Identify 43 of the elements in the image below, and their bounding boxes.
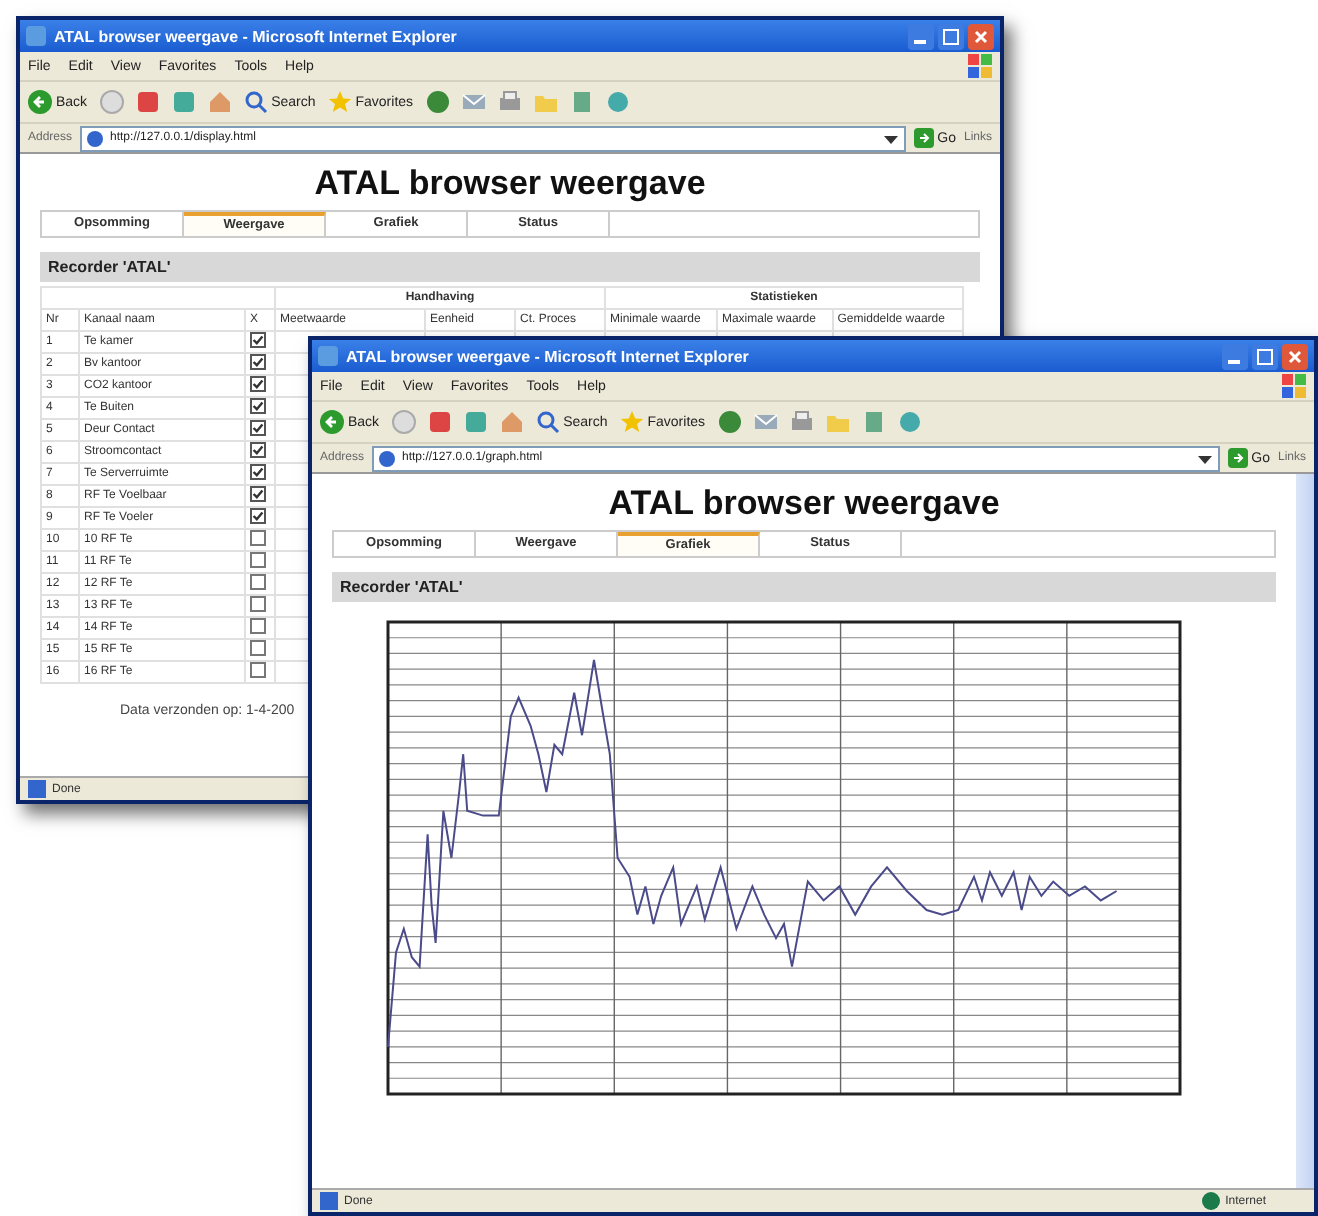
mail-icon[interactable] — [753, 410, 778, 434]
windows-logo-icon[interactable] — [1282, 374, 1306, 398]
checkbox[interactable] — [250, 354, 266, 370]
back-arrow-icon[interactable] — [320, 410, 344, 434]
back-arrow-icon[interactable] — [28, 90, 52, 114]
checkbox[interactable] — [250, 486, 266, 502]
checkbox[interactable] — [250, 376, 266, 392]
section-title: Recorder 'ATAL' — [40, 252, 980, 282]
checkbox[interactable] — [250, 552, 266, 568]
printer-icon[interactable] — [497, 90, 522, 114]
checkbox[interactable] — [250, 508, 266, 524]
close-icon[interactable] — [968, 23, 994, 49]
checkbox[interactable] — [250, 464, 266, 480]
scrollbar[interactable] — [1296, 474, 1314, 1188]
minimize-icon[interactable] — [908, 23, 934, 49]
checkbox[interactable] — [250, 596, 266, 612]
minimize-icon[interactable] — [1222, 343, 1248, 369]
close-icon[interactable] — [1282, 343, 1308, 369]
go-arrow-icon[interactable] — [1227, 448, 1248, 468]
maximize-icon[interactable] — [1252, 343, 1278, 369]
search-icon[interactable] — [243, 90, 268, 114]
windows-logo-icon[interactable] — [968, 54, 992, 78]
star-icon[interactable] — [619, 410, 644, 434]
search-icon[interactable] — [535, 410, 560, 434]
printer-icon[interactable] — [789, 410, 814, 434]
page-heading: ATAL browser weergave — [312, 164, 708, 204]
checkbox[interactable] — [250, 442, 266, 458]
checkbox[interactable] — [250, 398, 266, 414]
window-title: ATAL browser weergave - Microsoft Internet Explorer — [346, 347, 751, 365]
checkbox[interactable] — [250, 574, 266, 590]
page-heading: ATAL browser weergave — [606, 484, 1002, 524]
checkbox[interactable] — [250, 530, 266, 546]
mail-icon[interactable] — [461, 90, 486, 114]
checkbox[interactable] — [250, 618, 266, 634]
window-title: ATAL browser weergave - Microsoft Internet Explorer — [54, 27, 459, 45]
section-title: Recorder 'ATAL' — [332, 572, 1276, 602]
checkbox[interactable] — [250, 332, 266, 348]
star-icon[interactable] — [327, 90, 352, 114]
go-arrow-icon[interactable] — [913, 128, 934, 148]
maximize-icon[interactable] — [938, 23, 964, 49]
checkbox[interactable] — [250, 662, 266, 678]
checkbox[interactable] — [250, 420, 266, 436]
checkbox[interactable] — [250, 640, 266, 656]
